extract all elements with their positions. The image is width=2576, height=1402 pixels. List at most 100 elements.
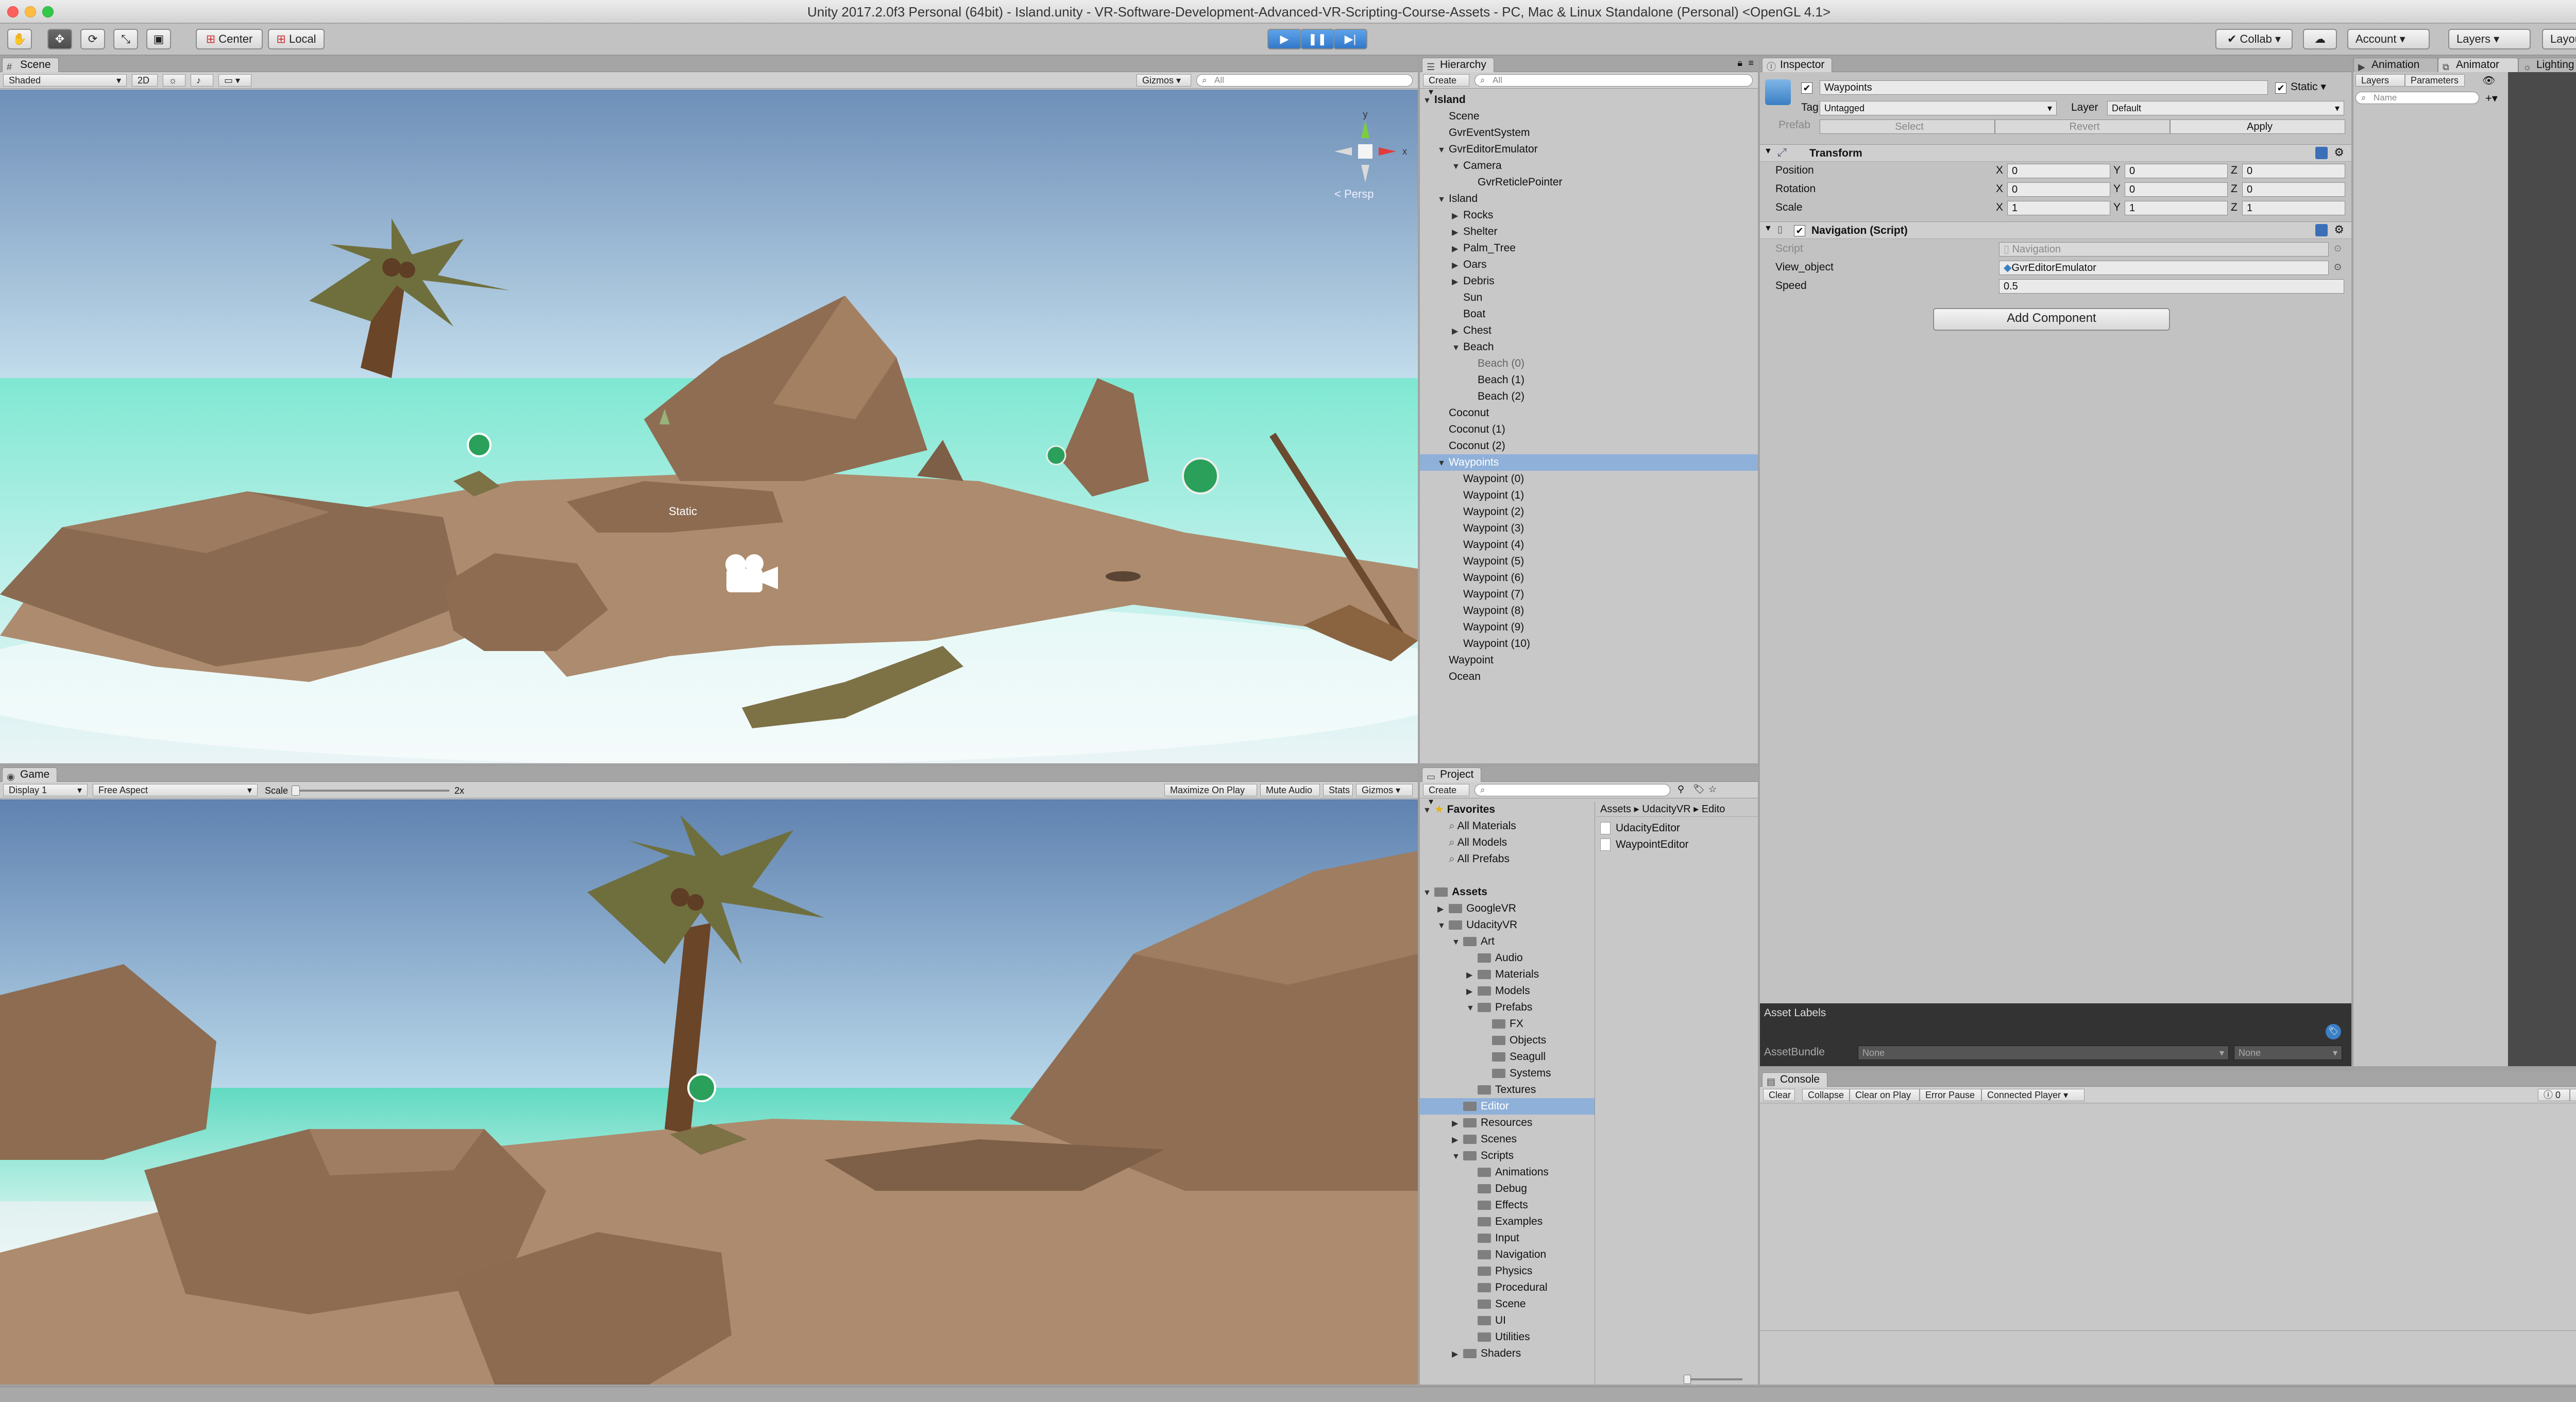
- axis-y-label[interactable]: Y: [2113, 163, 2121, 178]
- help-book-icon[interactable]: [2315, 147, 2328, 159]
- pivot-local-toggle[interactable]: ⊞ Local: [268, 29, 325, 49]
- mute-audio-toggle[interactable]: Mute Audio: [1260, 784, 1320, 796]
- project-item[interactable]: Objects: [1420, 1032, 1595, 1049]
- label-tag-icon[interactable]: 🏷︎: [2326, 1024, 2341, 1039]
- transform-position-y-field[interactable]: 0: [2125, 164, 2228, 178]
- display-dropdown[interactable]: Display 1 ▾: [3, 784, 88, 796]
- scene-viewport[interactable]: y x < Persp Static: [0, 90, 1418, 763]
- pivot-center-toggle[interactable]: ⊞ Center: [196, 29, 263, 49]
- hierarchy-item[interactable]: ▶ Palm_Tree: [1420, 240, 1758, 257]
- expanded-arrow-icon[interactable]: ▼: [1423, 885, 1434, 901]
- collapsed-arrow-icon[interactable]: ▶: [1466, 984, 1478, 1000]
- collapsed-arrow-icon[interactable]: ▶: [1452, 1116, 1463, 1132]
- hierarchy-search-input[interactable]: ⌕ All: [1475, 74, 1753, 87]
- project-item[interactable]: ▼ Prefabs: [1420, 999, 1595, 1016]
- console-collapse-toggle[interactable]: Collapse: [1802, 1089, 1850, 1101]
- project-item[interactable]: ▼ Assets: [1420, 884, 1595, 900]
- warning-count-toggle[interactable]: ⚠ 0: [2570, 1089, 2576, 1101]
- collapsed-arrow-icon[interactable]: ▶: [1466, 967, 1478, 984]
- static-checkbox[interactable]: ✔: [2275, 82, 2286, 94]
- object-name-field[interactable]: Waypoints: [1820, 80, 2268, 95]
- scale-slider-thumb[interactable]: [292, 785, 300, 796]
- tab-project[interactable]: ▭ Project: [1422, 767, 1482, 782]
- transform-scale-z-field[interactable]: 1: [2242, 201, 2345, 215]
- project-item[interactable]: ▼ ★ Favorites: [1420, 801, 1595, 818]
- lighting-toggle[interactable]: ☼: [163, 74, 185, 87]
- help-book-icon[interactable]: [2315, 224, 2328, 236]
- hierarchy-item[interactable]: Waypoint (2): [1420, 504, 1758, 520]
- static-label[interactable]: Static ▾: [2291, 79, 2326, 95]
- hierarchy-item[interactable]: Waypoint (0): [1420, 471, 1758, 487]
- console-log-area[interactable]: [1760, 1104, 2576, 1331]
- hierarchy-item[interactable]: GvrEventSystem: [1420, 125, 1758, 141]
- project-search-input[interactable]: ⌕: [1475, 784, 1670, 796]
- close-window-button[interactable]: [7, 6, 19, 18]
- shading-mode-dropdown[interactable]: Shaded ▾: [3, 74, 127, 87]
- scale-tool-button[interactable]: ⤡: [113, 29, 138, 49]
- tab-inspector[interactable]: ⓘ Inspector: [1762, 58, 1833, 72]
- hierarchy-item[interactable]: Waypoint (10): [1420, 636, 1758, 652]
- axis-x-label[interactable]: X: [1996, 200, 2003, 215]
- tab-lighting[interactable]: ☼ Lighting: [2518, 58, 2576, 72]
- parameters-subtab[interactable]: Parameters: [2405, 74, 2465, 87]
- project-item[interactable]: Systems: [1420, 1065, 1595, 1082]
- expanded-arrow-icon[interactable]: ▼: [1437, 192, 1449, 208]
- settings-gear-icon[interactable]: ⚙: [2334, 223, 2344, 236]
- effects-dropdown[interactable]: ▭ ▾: [218, 74, 251, 87]
- project-item[interactable]: ▶ GoogleVR: [1420, 900, 1595, 917]
- hierarchy-item[interactable]: Waypoint: [1420, 652, 1758, 669]
- transform-scale-y-field[interactable]: 1: [2125, 201, 2228, 215]
- project-item[interactable]: ▶ Shaders: [1420, 1345, 1595, 1362]
- hierarchy-item[interactable]: ▼ GvrEditorEmulator: [1420, 141, 1758, 158]
- layout-dropdown[interactable]: Layout ▾: [2542, 29, 2576, 49]
- animator-graph[interactable]: [2508, 72, 2576, 1066]
- axis-x-label[interactable]: X: [1996, 181, 2003, 197]
- project-item[interactable]: Navigation: [1420, 1246, 1595, 1263]
- project-item[interactable]: Textures: [1420, 1082, 1595, 1098]
- view-object-field[interactable]: ◆GvrEditorEmulator: [1999, 261, 2329, 275]
- object-picker-icon[interactable]: ⊙: [2334, 262, 2342, 272]
- project-item[interactable]: ▼ Scripts: [1420, 1148, 1595, 1164]
- tab-hierarchy[interactable]: ☰ Hierarchy: [1422, 58, 1494, 72]
- navigation-script-header[interactable]: ▼ ▯ ✔ Navigation (Script) ⚙: [1760, 221, 2351, 239]
- rect-tool-button[interactable]: ▣: [146, 29, 171, 49]
- axis-y-label[interactable]: Y: [2113, 181, 2121, 197]
- project-item[interactable]: ▶ Materials: [1420, 966, 1595, 983]
- active-checkbox[interactable]: ✔: [1801, 82, 1812, 94]
- hierarchy-item[interactable]: Waypoint (8): [1420, 603, 1758, 619]
- 2d-toggle[interactable]: 2D: [132, 74, 158, 87]
- project-item[interactable]: Input: [1420, 1230, 1595, 1246]
- collapsed-arrow-icon[interactable]: ▶: [1452, 274, 1463, 290]
- hand-tool-button[interactable]: ✋: [7, 29, 32, 49]
- transform-scale-x-field[interactable]: 1: [2007, 201, 2110, 215]
- hierarchy-item[interactable]: ▼ Beach: [1420, 339, 1758, 355]
- project-item[interactable]: Editor: [1420, 1098, 1595, 1115]
- collapsed-arrow-icon[interactable]: ▶: [1452, 241, 1463, 258]
- speed-field[interactable]: 0.5: [1999, 279, 2344, 294]
- transform-header[interactable]: ▼ ⤢ Transform ⚙: [1760, 144, 2351, 162]
- breadcrumb-assets[interactable]: Assets: [1600, 803, 1631, 815]
- filter-label-icon[interactable]: 🏷︎: [1693, 784, 1705, 795]
- expanded-arrow-icon[interactable]: ▼: [1452, 159, 1463, 175]
- console-clear-on-play-toggle[interactable]: Clear on Play: [1850, 1089, 1920, 1101]
- filter-type-icon[interactable]: ⚲: [1677, 784, 1684, 795]
- hierarchy-item[interactable]: Beach (1): [1420, 372, 1758, 388]
- hierarchy-item[interactable]: ▶ Shelter: [1420, 224, 1758, 240]
- hierarchy-item[interactable]: Sun: [1420, 289, 1758, 306]
- project-item[interactable]: Utilities: [1420, 1329, 1595, 1345]
- scene-search-input[interactable]: ⌕ All: [1196, 74, 1413, 87]
- expanded-arrow-icon[interactable]: ▼: [1437, 142, 1449, 159]
- hierarchy-item[interactable]: ▼ Camera: [1420, 158, 1758, 174]
- add-parameter-icon[interactable]: +▾: [2485, 92, 2498, 105]
- tab-animation[interactable]: ▶ Animation: [2353, 58, 2438, 72]
- collapsed-arrow-icon[interactable]: ▶: [1452, 258, 1463, 274]
- rotate-tool-button[interactable]: ⟳: [80, 29, 105, 49]
- tab-console[interactable]: ▤ Console: [1762, 1072, 1828, 1087]
- console-clear-button[interactable]: Clear: [1763, 1089, 1795, 1101]
- project-item[interactable]: Animations: [1420, 1164, 1595, 1181]
- hierarchy-item[interactable]: Coconut: [1420, 405, 1758, 421]
- hierarchy-item[interactable]: ▼ Island: [1420, 191, 1758, 207]
- game-viewport[interactable]: [0, 799, 1418, 1384]
- lock-icon[interactable]: 🔒︎: [1737, 58, 1742, 69]
- expanded-arrow-icon[interactable]: ▼: [1466, 1000, 1478, 1017]
